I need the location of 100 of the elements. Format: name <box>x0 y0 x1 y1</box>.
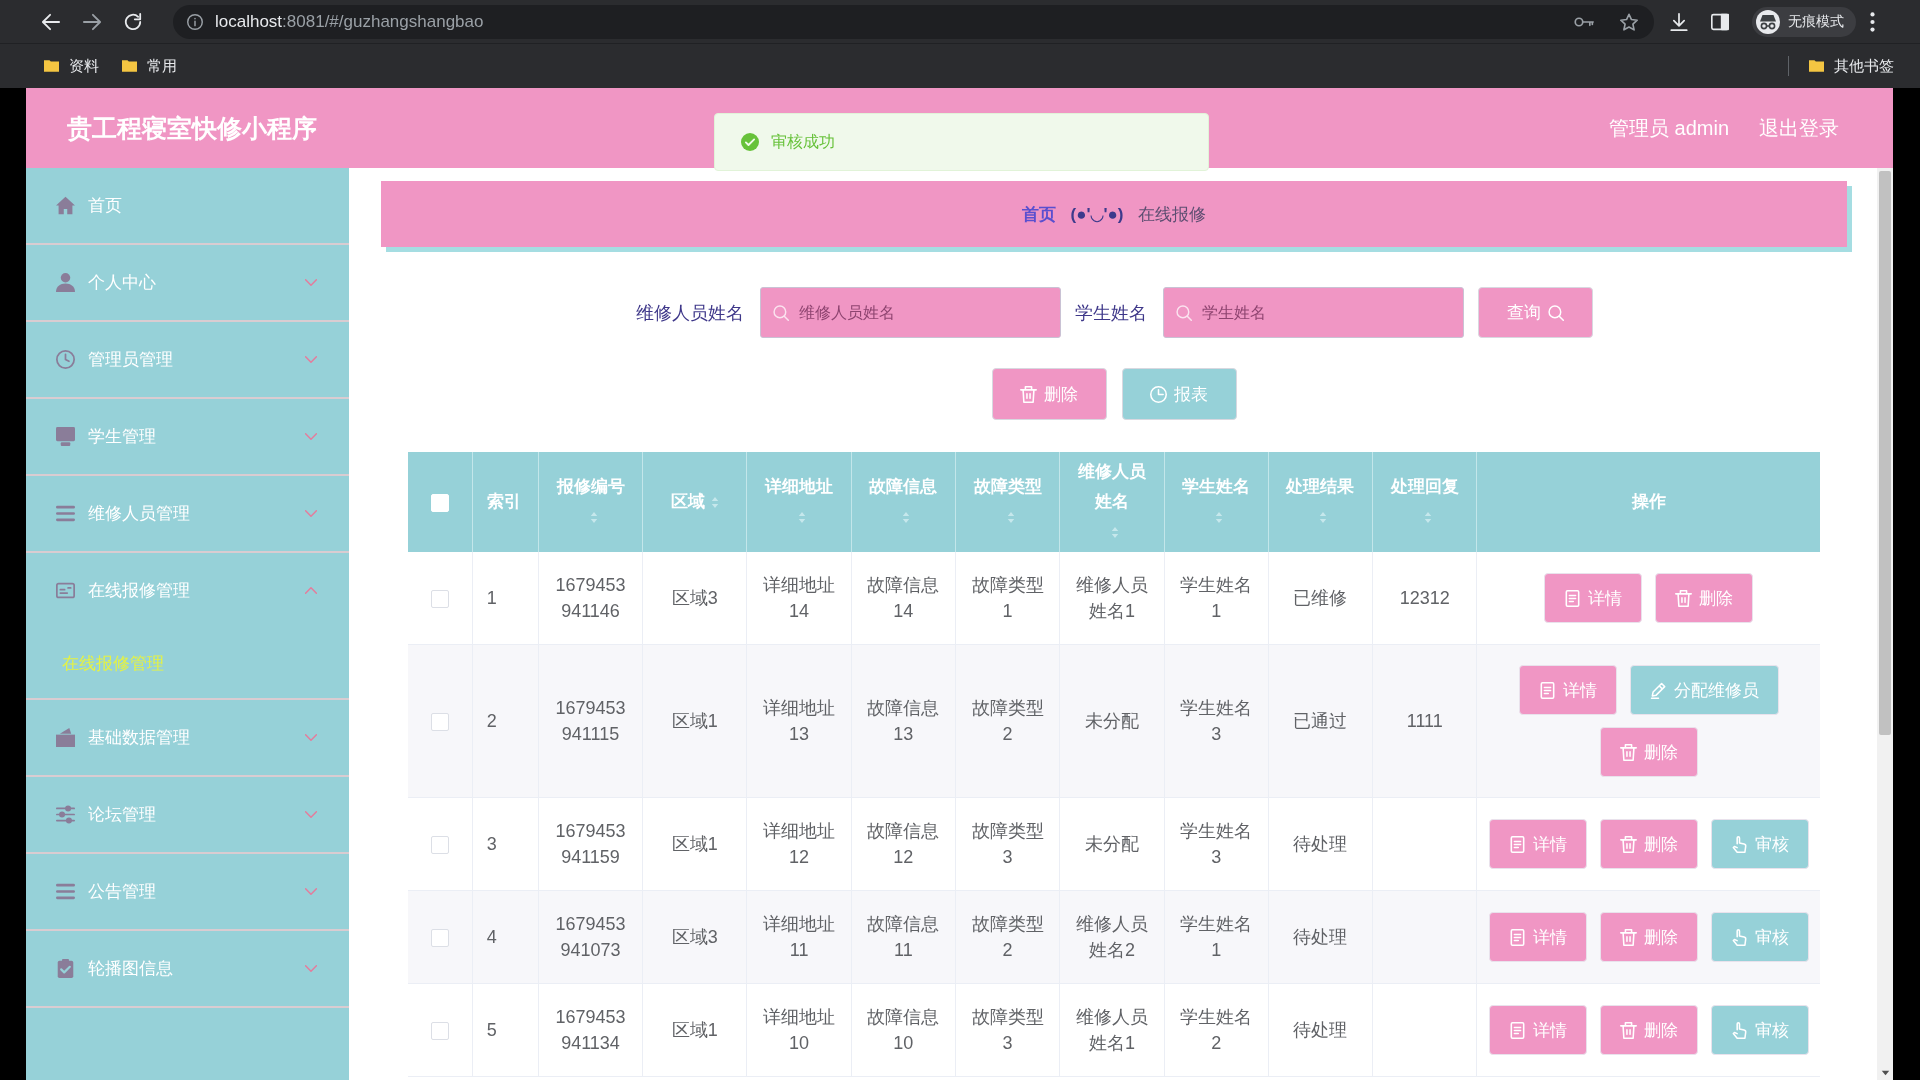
row-checkbox[interactable] <box>430 929 449 948</box>
table-cell: 区域1 <box>642 983 747 1077</box>
scrollbar-thumb[interactable] <box>1879 171 1891 735</box>
sidebar-item[interactable]: 维修人员管理 <box>26 476 349 551</box>
column-header[interactable]: 区域 <box>670 487 705 518</box>
reload-icon <box>124 12 142 31</box>
detail-button[interactable]: 详情 <box>1488 912 1587 962</box>
row-checkbox[interactable] <box>430 590 449 609</box>
logout-link[interactable]: 退出登录 <box>1759 114 1839 142</box>
trash-icon <box>1619 928 1637 946</box>
bookmark-folder[interactable]: 资料 <box>44 56 99 76</box>
row-checkbox[interactable] <box>430 1022 449 1041</box>
table-cell: 故障信息13 <box>851 644 956 798</box>
search-label: 学生姓名 <box>1074 301 1147 325</box>
side-panel-icon <box>1711 12 1729 31</box>
delete-button[interactable]: 删除 <box>1599 1005 1698 1055</box>
report-button[interactable]: 报表 <box>1121 368 1237 420</box>
table-cell: 学生姓名1 <box>1164 552 1269 645</box>
assign-button[interactable]: 分配维修员 <box>1629 665 1779 715</box>
home-icon <box>56 196 75 215</box>
bookmark-folder[interactable]: 常用 <box>122 56 177 76</box>
document-icon <box>1508 928 1526 946</box>
key-icon <box>1574 16 1594 27</box>
detail-button[interactable]: 详情 <box>1488 819 1587 869</box>
row-checkbox[interactable] <box>430 836 449 855</box>
sidebar-item[interactable]: 公告管理 <box>26 854 349 929</box>
menu-button[interactable] <box>1870 11 1875 32</box>
folder-icon <box>122 60 137 72</box>
hand-icon <box>1730 928 1748 946</box>
sidebar-item[interactable]: 首页 <box>26 168 349 243</box>
table-cell: 学生姓名3 <box>1164 797 1269 891</box>
table-cell: 1679453941159 <box>538 797 643 891</box>
sidebar-subitem[interactable]: 在线报修管理 <box>62 628 164 698</box>
sidebar-item[interactable]: 个人中心 <box>26 245 349 320</box>
column-header: 索引 <box>486 491 521 514</box>
review-button[interactable]: 审核 <box>1710 819 1809 869</box>
document-icon <box>1538 681 1556 699</box>
profile-button[interactable]: 无痕模式 <box>1752 6 1856 37</box>
sidebar-item[interactable]: 管理员管理 <box>26 322 349 397</box>
select-all-checkbox[interactable] <box>430 493 449 512</box>
review-button[interactable]: 审核 <box>1710 912 1809 962</box>
breadcrumb-current: 在线报修 <box>1137 203 1206 226</box>
table-cell: 区域3 <box>642 552 747 645</box>
table-cell: 1111 <box>1372 644 1477 798</box>
breadcrumb-separator: (●'◡'●) <box>1070 203 1124 225</box>
incognito-avatar-icon <box>1756 9 1780 34</box>
trash-icon <box>1619 835 1637 853</box>
user-icon <box>56 273 75 292</box>
delete-button[interactable]: 删除 <box>1599 819 1698 869</box>
search-label: 维修人员姓名 <box>635 301 744 325</box>
reload-button[interactable] <box>124 12 142 31</box>
table-cell: 维修人员姓名1 <box>1059 983 1165 1077</box>
table-cell: 故障类型2 <box>955 890 1060 984</box>
breadcrumb-link[interactable]: 首页 <box>1022 202 1057 226</box>
table-cell: 学生姓名2 <box>1164 983 1269 1077</box>
table-cell: 故障类型3 <box>955 797 1060 891</box>
table-cell: 故障类型3 <box>955 983 1060 1077</box>
delete-button[interactable]: 删除 <box>1599 912 1698 962</box>
row-checkbox[interactable] <box>430 713 449 732</box>
side-panel-button[interactable] <box>1711 12 1729 31</box>
hand-icon <box>1730 835 1748 853</box>
address-bar[interactable]: localhost:8081/#/guzhangshangbao <box>173 4 1654 39</box>
delete-button[interactable]: 删除 <box>991 368 1107 420</box>
detail-button[interactable]: 详情 <box>1518 665 1617 715</box>
sidebar-item[interactable]: 基础数据管理 <box>26 700 349 775</box>
search-icon <box>772 305 789 321</box>
download-button[interactable] <box>1670 12 1688 31</box>
table-cell: 维修人员姓名1 <box>1059 552 1165 645</box>
delete-button[interactable]: 删除 <box>1655 573 1754 623</box>
other-bookmarks-folder[interactable]: 其他书签 <box>1809 56 1894 76</box>
delete-button[interactable]: 删除 <box>1599 727 1698 777</box>
sidebar-item[interactable]: 论坛管理 <box>26 777 349 852</box>
id-card-icon <box>56 581 75 600</box>
review-button[interactable]: 审核 <box>1710 1005 1809 1055</box>
sidebar-item[interactable]: 轮播图信息 <box>26 931 349 1006</box>
info-icon <box>187 13 203 30</box>
sidebar-item[interactable]: 学生管理 <box>26 399 349 474</box>
scroll-down-arrow-icon <box>1880 1070 1890 1076</box>
sidebar-item[interactable]: 在线报修管理 <box>26 553 349 628</box>
download-icon <box>1670 12 1688 31</box>
table-cell: 2 <box>472 644 539 798</box>
trash-icon <box>1619 743 1637 761</box>
search-field[interactable]: 维修人员姓名 <box>759 287 1061 338</box>
table-cell: 区域1 <box>642 797 747 891</box>
table-cell: 学生姓名3 <box>1164 644 1269 798</box>
user-label: 管理员 admin <box>1608 115 1729 141</box>
table-cell: 3 <box>472 797 539 891</box>
clock-icon <box>56 350 75 369</box>
table-cell: 4 <box>472 890 539 984</box>
table-cell: 故障类型1 <box>955 552 1060 645</box>
document-icon <box>1508 835 1526 853</box>
table-cell: 12312 <box>1372 552 1477 645</box>
detail-button[interactable]: 详情 <box>1488 1005 1587 1055</box>
table-cell: 1679453941073 <box>538 890 643 984</box>
forward-button[interactable] <box>83 12 101 31</box>
query-button[interactable]: 查询 <box>1477 287 1593 338</box>
back-button[interactable] <box>42 12 60 31</box>
detail-button[interactable]: 详情 <box>1544 573 1643 623</box>
check-circle-icon <box>741 133 759 151</box>
search-field[interactable]: 学生姓名 <box>1162 287 1464 338</box>
